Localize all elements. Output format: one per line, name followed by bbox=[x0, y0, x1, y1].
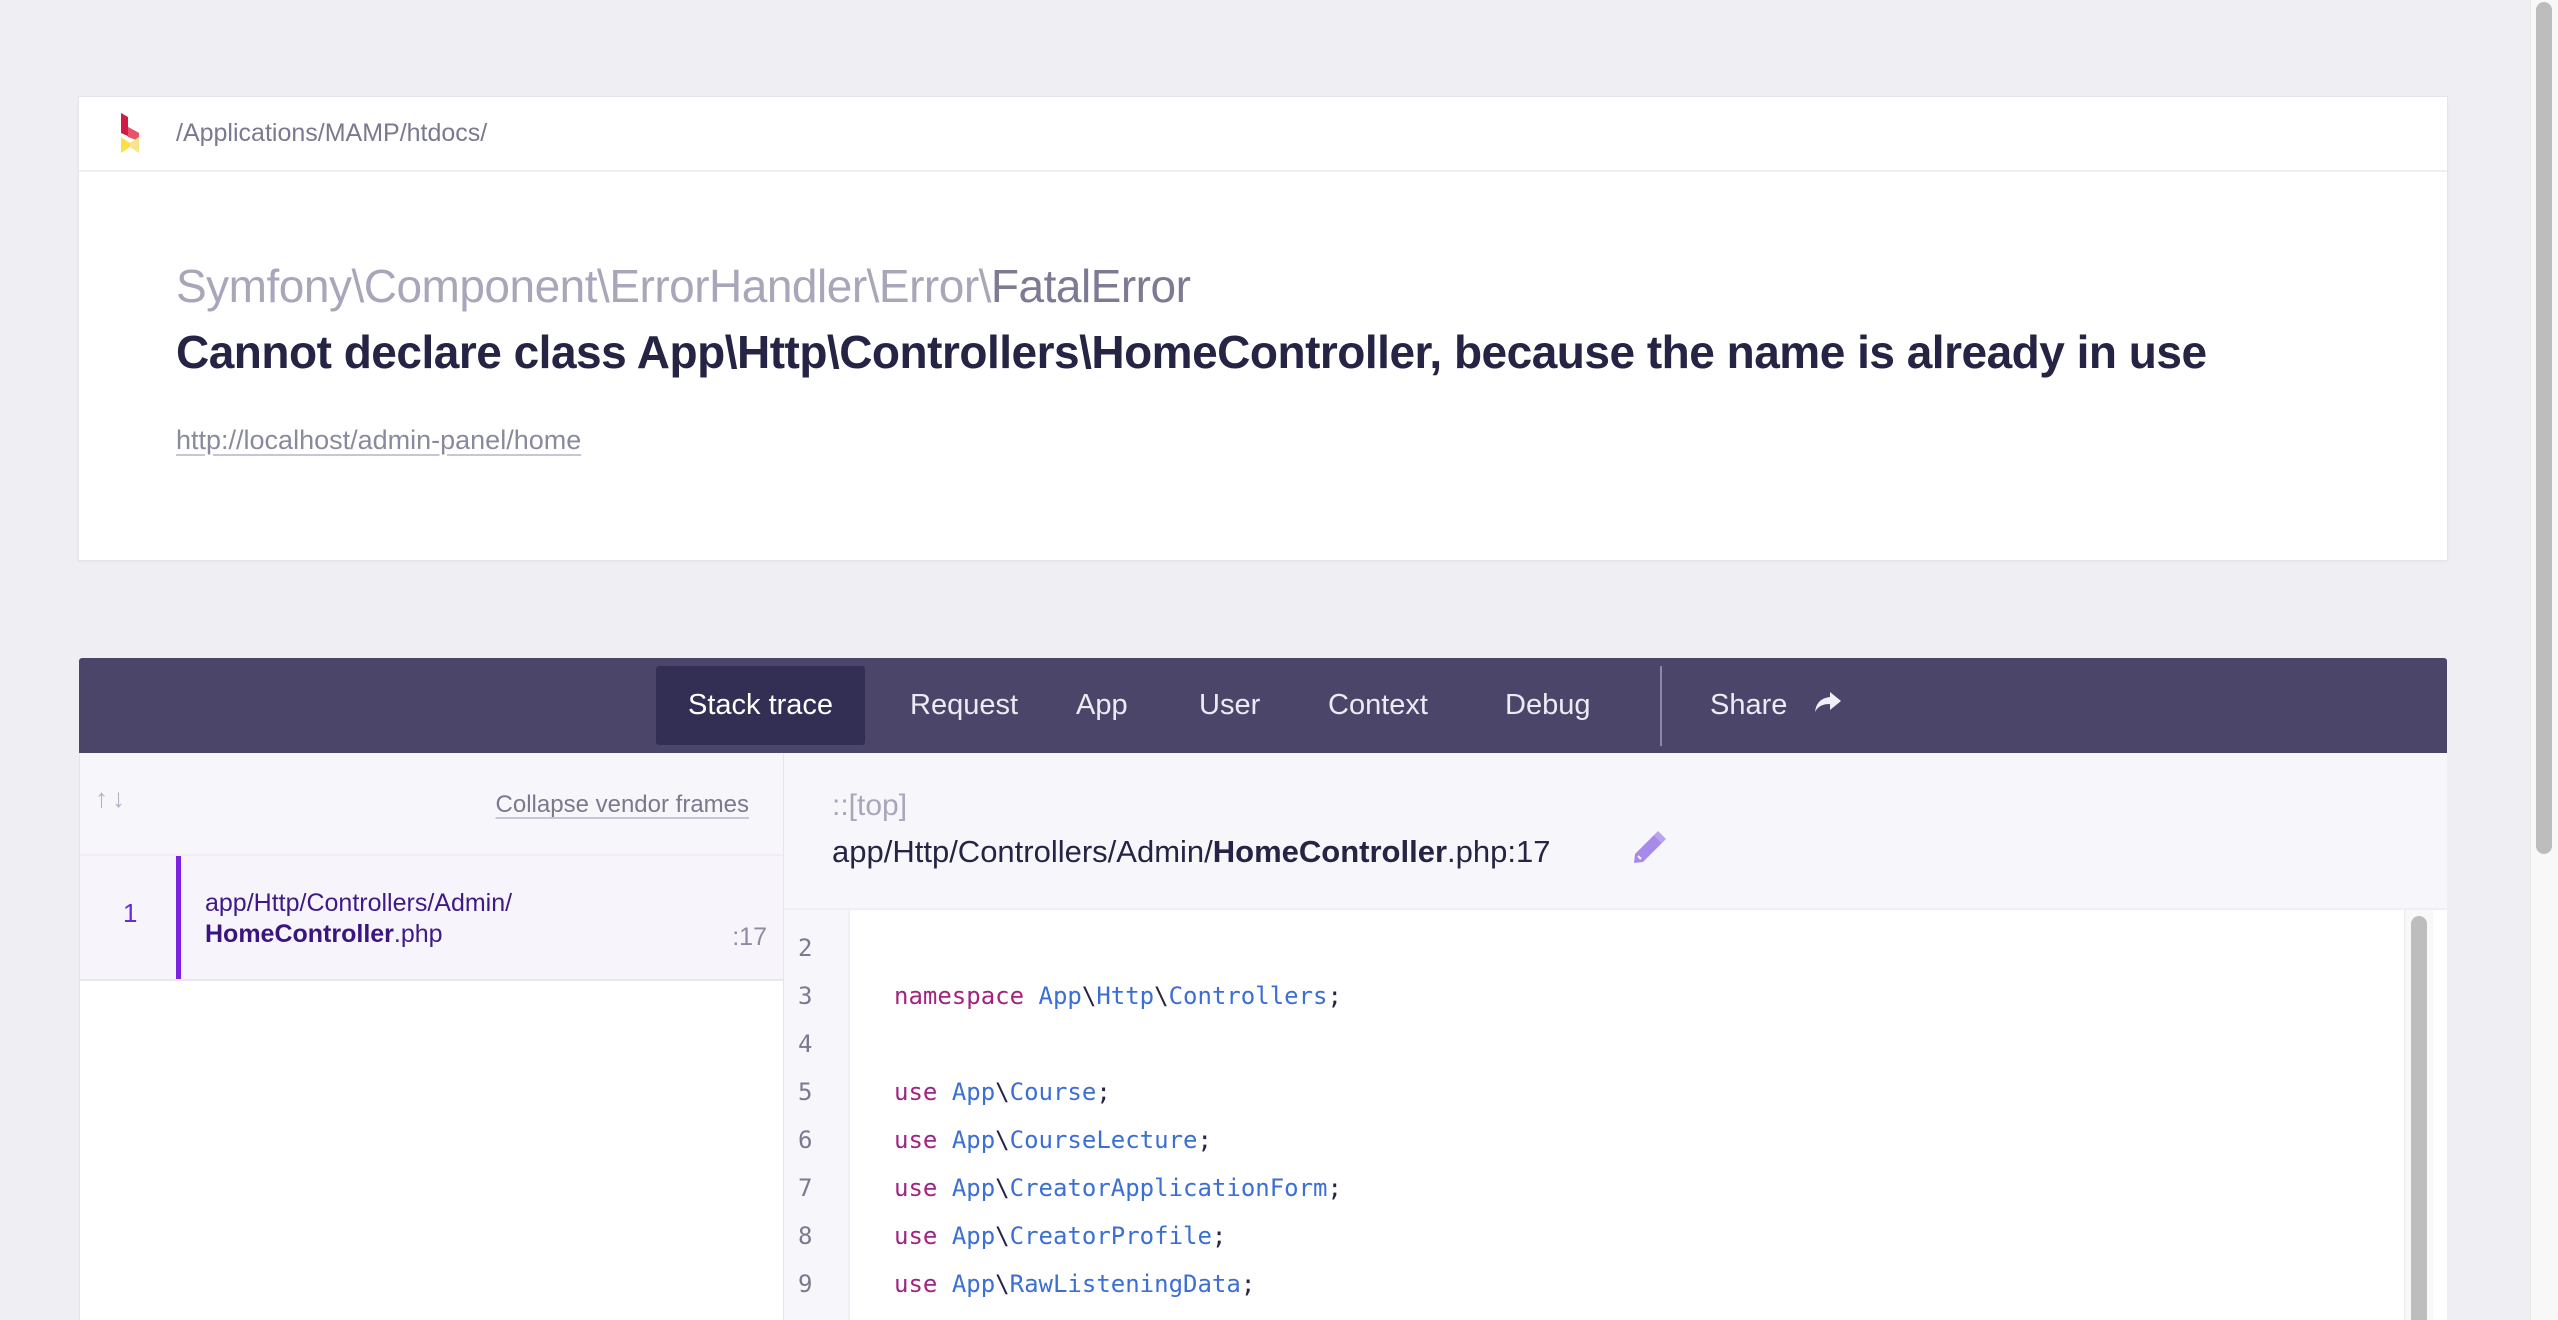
code-namespace-segment: CourseLecture bbox=[1009, 1126, 1198, 1154]
exception-message: Cannot declare class App\Http\Controller… bbox=[176, 326, 2207, 378]
code-keyword: use bbox=[894, 1270, 938, 1298]
code-namespace-segment: Course bbox=[1009, 1078, 1097, 1106]
code-text: use App\CreatorApplicationForm; bbox=[894, 1174, 1342, 1202]
line-number[interactable]: 7 bbox=[798, 1164, 838, 1212]
code-text: use App\Course; bbox=[894, 1078, 1111, 1106]
line-number[interactable]: 9 bbox=[798, 1260, 838, 1308]
code-keyword: use bbox=[894, 1126, 938, 1154]
file-suffix: .php:17 bbox=[1447, 834, 1551, 869]
tab-stack-trace[interactable]: Stack trace bbox=[656, 666, 866, 745]
file-name: HomeController bbox=[1212, 834, 1448, 869]
share-label: Share bbox=[1710, 689, 1788, 721]
frame-detail-header: ::[top] app/Http/Controllers/Admin/HomeC… bbox=[784, 753, 2447, 910]
frame-dir: app/Http/Controllers/Admin/ bbox=[205, 889, 513, 917]
tab-request[interactable]: Request bbox=[878, 666, 1050, 745]
share-icon bbox=[1815, 692, 1842, 713]
code-namespace-segment: CreatorProfile bbox=[1009, 1222, 1212, 1250]
code-line: 9 use App\RawListeningData; bbox=[784, 1260, 2447, 1308]
code-line: 4 bbox=[784, 1020, 2447, 1068]
frame-navigation-arrows-icon[interactable]: ↑↓ bbox=[95, 783, 129, 814]
tab-app[interactable]: App bbox=[1044, 666, 1160, 745]
edit-pencil-icon[interactable] bbox=[1630, 831, 1666, 867]
app-path-bar: /Applications/MAMP/htdocs/ bbox=[79, 97, 2447, 172]
code-namespace-segment: App bbox=[951, 1270, 996, 1298]
line-number[interactable]: 4 bbox=[798, 1020, 838, 1068]
frame-line-number: :17 bbox=[732, 923, 767, 951]
code-text: use App\CreatorProfile; bbox=[894, 1222, 1227, 1250]
code-line: 5 use App\Course; bbox=[784, 1068, 2447, 1116]
code-namespace-segment: App bbox=[1038, 982, 1082, 1010]
code-namespace-segment: App bbox=[951, 1222, 996, 1250]
code-scrollbar-thumb[interactable] bbox=[2411, 916, 2427, 1320]
code-namespace-segment: App bbox=[951, 1078, 996, 1106]
code-snippet: 2 3 namespace App\Http\Controllers; 4 5 use A… bbox=[784, 910, 2447, 1320]
code-keyword: use bbox=[894, 1222, 938, 1250]
exception-class-prefix: Symfony\Component\ErrorHandler\Error\ bbox=[176, 260, 991, 312]
share-button[interactable]: Share bbox=[1678, 666, 1875, 745]
code-line: 2 bbox=[784, 924, 2447, 972]
ignition-logo-icon bbox=[121, 113, 139, 153]
code-terminator: ; bbox=[1327, 982, 1342, 1010]
request-url-link[interactable]: http://localhost/admin-panel/home bbox=[176, 425, 581, 456]
code-keyword: namespace bbox=[894, 982, 1025, 1010]
code-keyword: use bbox=[894, 1078, 938, 1106]
code-namespace-segment: CreatorApplicationForm bbox=[1009, 1174, 1328, 1202]
tab-context[interactable]: Context bbox=[1296, 666, 1460, 745]
code-terminator: ; bbox=[1327, 1174, 1342, 1202]
line-number[interactable]: 2 bbox=[798, 924, 838, 972]
code-text: use App\RawListeningData; bbox=[894, 1270, 1256, 1298]
exception-class: Symfony\Component\ErrorHandler\Error\Fat… bbox=[176, 259, 1191, 313]
frame-detail-panel: ::[top] app/Http/Controllers/Admin/HomeC… bbox=[784, 753, 2447, 1320]
stack-frames-sidebar: ↑↓ Collapse vendor frames 1 app/Http/Con… bbox=[79, 753, 785, 1320]
line-number[interactable]: 6 bbox=[798, 1116, 838, 1164]
frame-file-path: app/Http/Controllers/Admin/ HomeControll… bbox=[205, 888, 512, 950]
frame-file-name: HomeController bbox=[205, 920, 394, 948]
line-number[interactable]: 5 bbox=[798, 1068, 838, 1116]
code-line: 7 use App\CreatorApplicationForm; bbox=[784, 1164, 2447, 1212]
code-text: use App\CourseLecture; bbox=[894, 1126, 1212, 1154]
frame-number: 1 bbox=[123, 898, 138, 928]
code-namespace-segment: App bbox=[951, 1126, 996, 1154]
code-namespace-segment: Controllers bbox=[1168, 982, 1328, 1010]
frame-scope: ::[top] bbox=[832, 789, 908, 822]
tab-user[interactable]: User bbox=[1167, 666, 1292, 745]
line-number[interactable]: 8 bbox=[798, 1212, 838, 1260]
code-line: 3 namespace App\Http\Controllers; bbox=[784, 972, 2447, 1020]
frames-toolbar: ↑↓ Collapse vendor frames bbox=[80, 753, 783, 856]
code-namespace-segment: RawListeningData bbox=[1009, 1270, 1241, 1298]
exception-class-name: FatalError bbox=[990, 260, 1191, 312]
line-number[interactable]: 3 bbox=[798, 972, 838, 1020]
code-terminator: ; bbox=[1096, 1078, 1111, 1106]
code-text: namespace App\Http\Controllers; bbox=[894, 982, 1342, 1010]
code-namespace-segment: Http bbox=[1096, 982, 1155, 1010]
code-terminator: ; bbox=[1240, 1270, 1256, 1298]
file-dir: app/Http/Controllers/Admin/ bbox=[832, 834, 1213, 869]
code-namespace-segment: App bbox=[951, 1174, 996, 1202]
app-path: /Applications/MAMP/htdocs/ bbox=[176, 119, 488, 147]
collapse-vendor-frames-button[interactable]: Collapse vendor frames bbox=[496, 791, 749, 819]
page-scrollbar-thumb[interactable] bbox=[2536, 2, 2552, 854]
tab-debug[interactable]: Debug bbox=[1473, 666, 1622, 745]
code-keyword: use bbox=[894, 1174, 938, 1202]
code-line: 6 use App\CourseLecture; bbox=[784, 1116, 2447, 1164]
frame-file-ext: .php bbox=[393, 920, 443, 948]
frame-file-title: app/Http/Controllers/Admin/HomeControlle… bbox=[832, 834, 1550, 870]
stack-frame-item[interactable]: 1 app/Http/Controllers/Admin/ HomeContro… bbox=[80, 856, 783, 981]
selected-frame-indicator bbox=[176, 856, 181, 979]
code-terminator: ; bbox=[1197, 1126, 1212, 1154]
code-terminator: ; bbox=[1211, 1222, 1227, 1250]
code-line: 8 use App\CreatorProfile; bbox=[784, 1212, 2447, 1260]
error-header-card: /Applications/MAMP/htdocs/ Symfony\Compo… bbox=[79, 97, 2447, 560]
tab-bar: Stack trace Request App User Context Deb… bbox=[79, 658, 2447, 753]
tab-separator bbox=[1660, 666, 1662, 746]
